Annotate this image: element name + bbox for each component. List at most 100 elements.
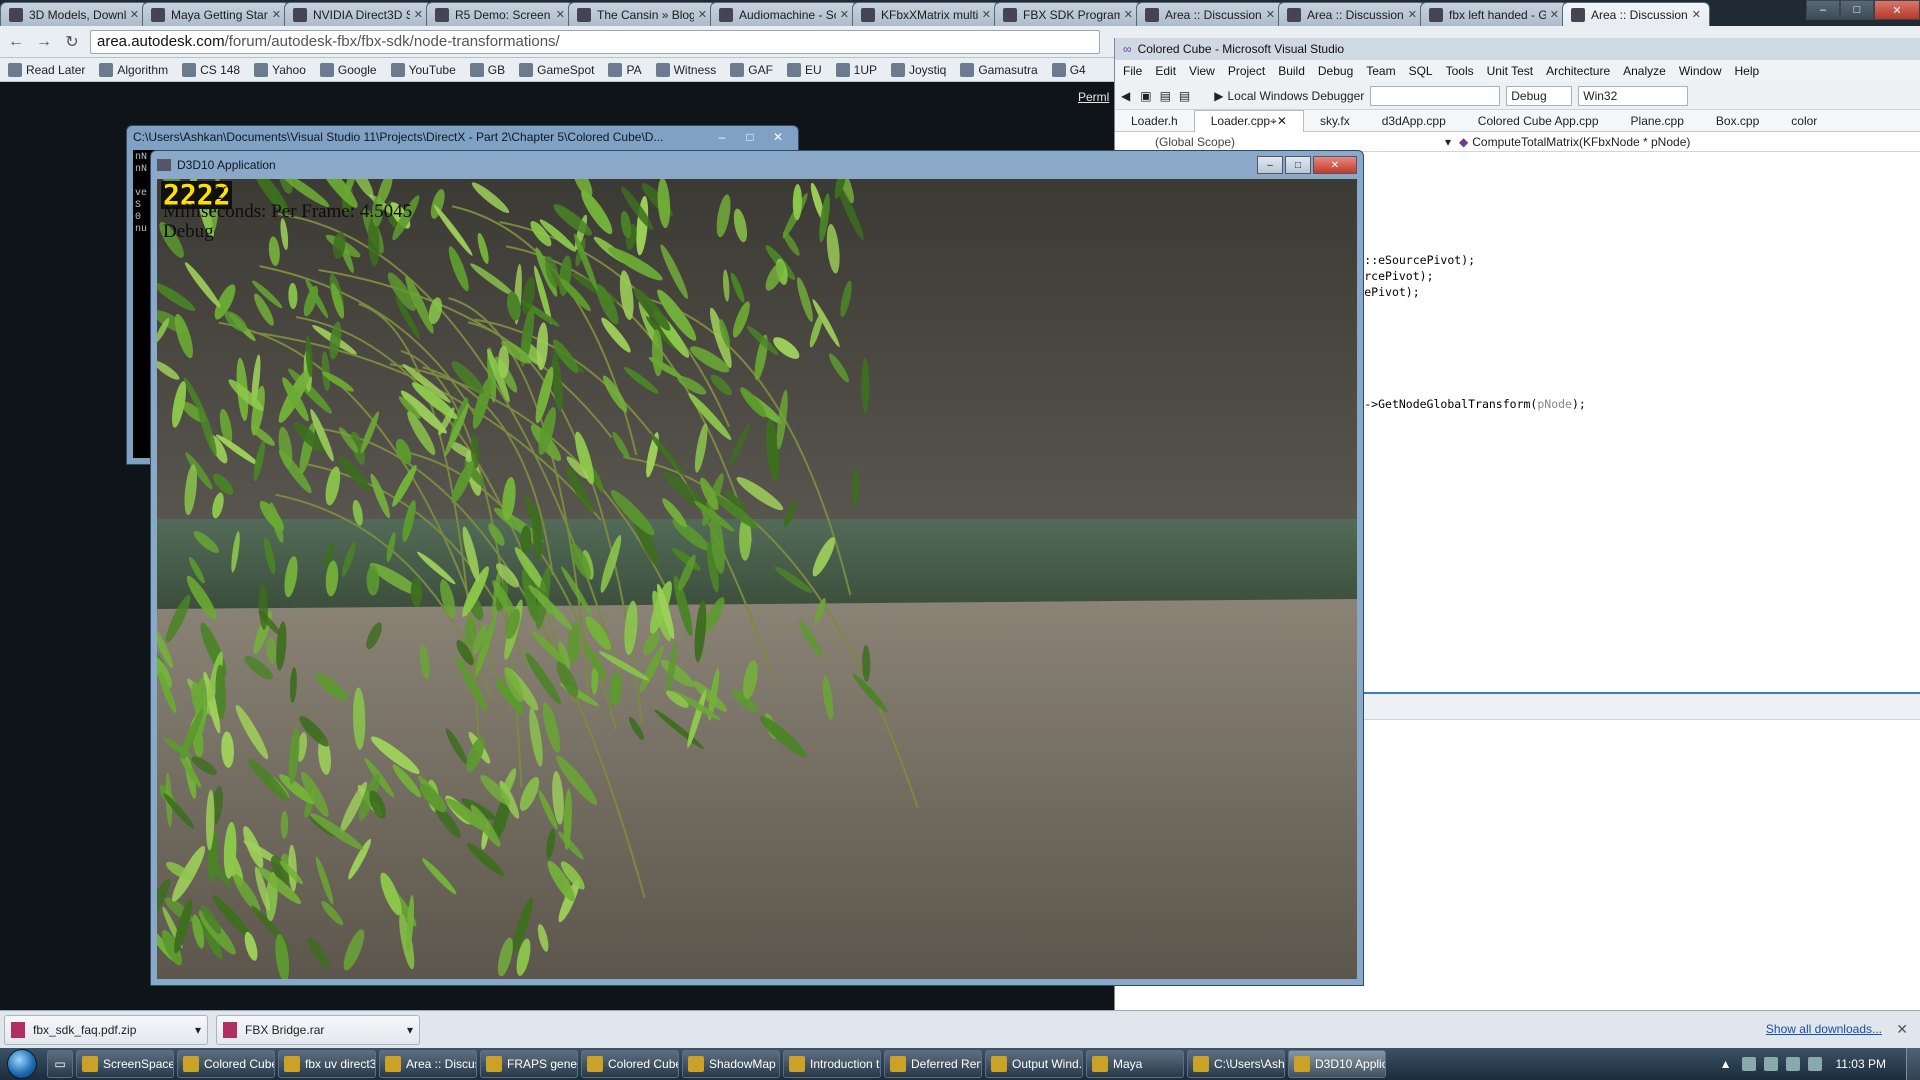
close-tab-icon[interactable]: ✕ (1124, 8, 1133, 21)
taskbar-button[interactable]: Colored Cube (177, 1050, 275, 1078)
bookmark-item[interactable]: GameSpot (519, 62, 594, 77)
bookmark-item[interactable]: CS 148 (182, 62, 240, 77)
close-button[interactable]: ✕ (1313, 156, 1357, 174)
new-project-icon[interactable]: ▣ (1140, 89, 1151, 103)
menu-item[interactable]: Window (1679, 64, 1722, 78)
close-tab-icon[interactable]: ✕ (1266, 8, 1275, 21)
d3d-titlebar[interactable]: D3D10 Application – □ ✕ (151, 151, 1363, 179)
close-tab-icon[interactable]: ✕ (1550, 8, 1559, 21)
taskbar-button[interactable]: Maya (1086, 1050, 1184, 1078)
bookmark-item[interactable]: YouTube (390, 62, 456, 77)
maximize-button[interactable]: □ (1840, 0, 1874, 20)
start-button[interactable] (0, 1048, 44, 1080)
bookmark-item[interactable]: GAF (730, 62, 773, 77)
network-icon[interactable] (1741, 1057, 1756, 1071)
taskbar-button[interactable]: Output Wind... (985, 1050, 1083, 1078)
vs-titlebar[interactable]: ∞ Colored Cube - Microsoft Visual Studio (1115, 38, 1920, 60)
taskbar-button[interactable]: fbx uv direct3... (278, 1050, 376, 1078)
close-tab-icon[interactable]: ✕ (130, 8, 139, 21)
menu-item[interactable]: Unit Test (1487, 64, 1533, 78)
menu-item[interactable]: Architecture (1546, 64, 1610, 78)
browser-tab[interactable]: 3D Models, Downl ✕ (0, 2, 148, 26)
close-tab-icon[interactable]: ✕ (414, 8, 423, 21)
browser-tab[interactable]: Area :: Discussions ✕ (1562, 2, 1710, 26)
download-item[interactable]: fbx_sdk_faq.pdf.zip ▾ (4, 1014, 208, 1045)
menu-item[interactable]: File (1123, 64, 1142, 78)
minimize-button[interactable]: – (1806, 0, 1840, 20)
close-tab-icon[interactable]: ✕ (698, 8, 707, 21)
bookmark-item[interactable]: Witness (655, 62, 716, 77)
tray-expand-icon[interactable]: ▲ (1720, 1057, 1732, 1071)
chevron-down-icon[interactable]: ▾ (1445, 135, 1451, 149)
show-desktop-icon[interactable]: ▭ (47, 1050, 73, 1078)
menu-item[interactable]: Analyze (1623, 64, 1666, 78)
back-icon[interactable]: ← (4, 30, 28, 54)
menu-item[interactable]: Build (1278, 64, 1305, 78)
close-tab-icon[interactable]: ✕ (272, 8, 281, 21)
bookmark-item[interactable]: PA (608, 62, 642, 77)
function-dropdown[interactable]: ComputeTotalMatrix(KFbxNode * pNode) (1472, 135, 1690, 149)
taskbar-button[interactable]: Introduction t... (783, 1050, 881, 1078)
close-button[interactable]: ✕ (1874, 0, 1920, 20)
menu-item[interactable]: Team (1366, 64, 1395, 78)
solution-config-dropdown[interactable] (1370, 85, 1501, 106)
scope-dropdown[interactable]: (Global Scope) (1115, 135, 1295, 149)
save-all-icon[interactable]: ▤ (1179, 89, 1190, 103)
console-titlebar[interactable]: C:\Users\Ashkan\Documents\Visual Studio … (127, 126, 798, 148)
download-item[interactable]: FBX Bridge.rar ▾ (216, 1014, 420, 1045)
close-tab-icon[interactable]: ✕ (556, 8, 565, 21)
volume-icon[interactable] (1807, 1057, 1822, 1071)
bookmark-item[interactable]: GB (469, 62, 505, 77)
close-tab-icon[interactable]: ✕ (982, 8, 991, 21)
steam-icon[interactable] (1763, 1057, 1778, 1071)
document-tab[interactable]: sky.fx (1304, 110, 1366, 132)
render-viewport[interactable]: 2222 22 Milliseconds: Per Frame: 4.5045 … (157, 179, 1357, 979)
bookmark-item[interactable]: Algorithm (99, 62, 168, 77)
taskbar-button[interactable]: ShadowMap -... (682, 1050, 780, 1078)
bookmark-item[interactable]: 1UP (835, 62, 877, 77)
document-tab[interactable]: Colored Cube App.cpp (1462, 110, 1615, 132)
document-tab[interactable]: Box.cpp (1700, 110, 1775, 132)
browser-tab[interactable]: Audiomachine - So ✕ (710, 2, 858, 26)
document-tab[interactable]: Plane.cpp (1615, 110, 1700, 132)
browser-tab[interactable]: Maya Getting Start ✕ (142, 2, 290, 26)
platform-dropdown[interactable]: Win32 (1578, 85, 1689, 106)
maximize-icon[interactable]: □ (736, 128, 764, 146)
bookmark-item[interactable]: Yahoo (254, 62, 306, 77)
menu-item[interactable]: Edit (1155, 64, 1176, 78)
minimize-button[interactable]: – (1257, 156, 1283, 174)
taskbar-button[interactable]: D3D10 Applic... (1288, 1050, 1386, 1078)
bookmark-item[interactable]: Joystiq (890, 62, 946, 77)
menu-item[interactable]: SQL (1409, 64, 1433, 78)
browser-tab[interactable]: The Cansin » Blog ✕ (568, 2, 716, 26)
menu-item[interactable]: Help (1735, 64, 1760, 78)
chevron-down-icon[interactable]: ▾ (407, 1023, 413, 1037)
taskbar-button[interactable]: C:\Users\Ashk... (1187, 1050, 1285, 1078)
menu-item[interactable]: Debug (1318, 64, 1353, 78)
taskbar-button[interactable]: ScreenSpaceAO (76, 1050, 174, 1078)
taskbar-button[interactable]: Area :: Discuss... (379, 1050, 477, 1078)
bookmark-item[interactable]: G4 (1051, 62, 1086, 77)
menu-item[interactable]: View (1189, 64, 1215, 78)
browser-tab[interactable]: Area :: Discussions ✕ (1278, 2, 1426, 26)
document-tab[interactable]: d3dApp.cpp (1366, 110, 1462, 132)
debugger-target[interactable]: Local Windows Debugger (1228, 89, 1365, 103)
permalink-link[interactable]: Perml (1078, 90, 1109, 104)
close-icon[interactable]: ✕ (764, 128, 792, 146)
save-icon[interactable]: ▤ (1160, 89, 1171, 103)
start-debugging-icon[interactable]: ▶ (1214, 89, 1223, 103)
show-desktop-button[interactable] (1906, 1048, 1920, 1080)
document-tab[interactable]: Loader.cpp ⌖ ✕ (1193, 109, 1304, 132)
flag-icon[interactable] (1785, 1057, 1800, 1071)
chevron-down-icon[interactable]: ▾ (195, 1023, 201, 1037)
minimize-icon[interactable]: – (708, 128, 736, 146)
browser-tab[interactable]: fbx left handed - G ✕ (1420, 2, 1568, 26)
maximize-button[interactable]: □ (1285, 156, 1311, 174)
bookmark-item[interactable]: Read Later (8, 62, 85, 77)
menu-item[interactable]: Project (1228, 64, 1265, 78)
close-tab-icon[interactable]: ✕ (1408, 8, 1417, 21)
browser-tab[interactable]: Area :: Discussions ✕ (1136, 2, 1284, 26)
clock[interactable]: 11:03 PM (1836, 1057, 1886, 1071)
browser-tab[interactable]: FBX SDK Programm ✕ (994, 2, 1142, 26)
close-tab-icon[interactable]: ✕ (840, 8, 849, 21)
